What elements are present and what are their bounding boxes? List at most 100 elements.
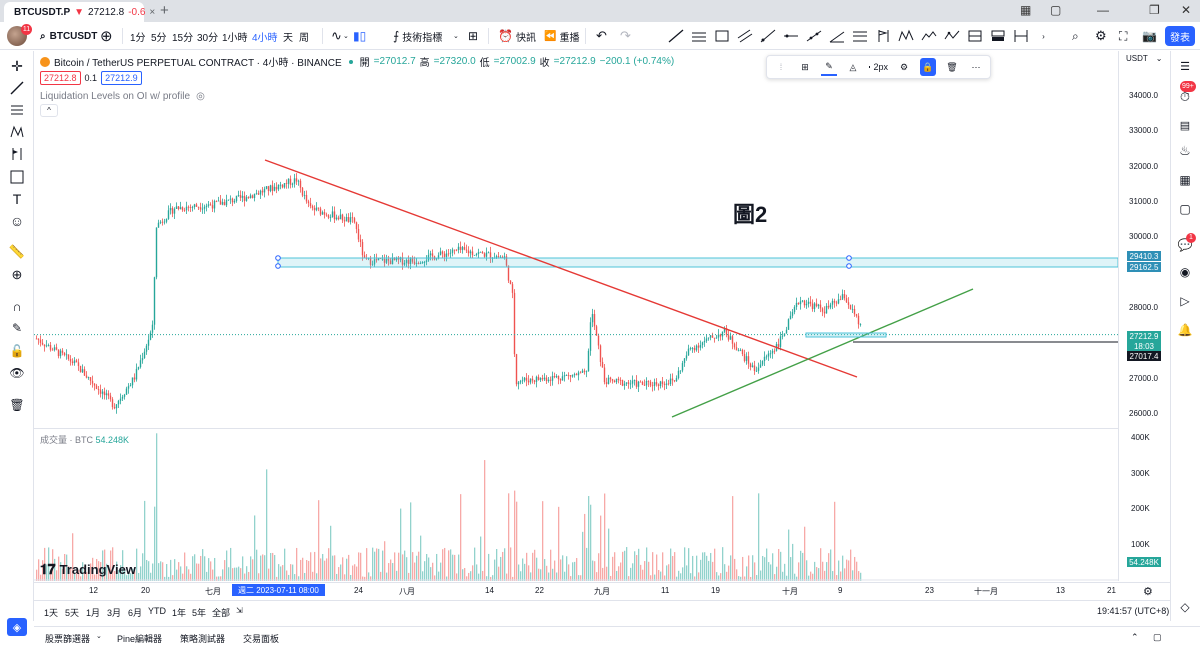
crosshair-icon[interactable]: ✛ [6,57,28,75]
object-tree-icon[interactable]: ◈ [7,618,27,636]
selected-box-rectangle[interactable] [805,332,887,338]
ray-icon[interactable] [756,26,779,46]
forecasting-tool-icon[interactable] [6,145,28,163]
notification-bell-icon[interactable]: 🔔 [1175,321,1195,339]
range-1m[interactable]: 1月 [86,606,100,619]
calendar-icon[interactable]: ▦ [1175,171,1195,189]
drag-handle[interactable] [275,263,281,269]
tab-pine-editor[interactable]: Pine編輯器 [117,632,162,645]
interval-15m[interactable]: 15分 [172,27,193,45]
hotlist-flame-icon[interactable]: ♨ [1175,142,1195,160]
layers-icon[interactable]: ◇ [1175,598,1195,616]
ruler-measure-icon[interactable]: 📏 [6,243,28,261]
undo-icon[interactable]: ↶ [596,27,607,45]
hide-drawings-eye-icon[interactable]: 👁 [6,364,28,382]
browser-tab[interactable]: BTCUSDT.P ▼ 27212.8 -0.6 × [4,2,155,22]
alert-button[interactable]: ⏰ 快訊 [498,27,536,45]
magnet-icon[interactable]: ∩ [6,297,28,315]
fib-retracement-icon[interactable] [848,26,871,46]
tab-close-icon[interactable]: × [149,7,155,18]
streams-icon[interactable]: ◉ [1175,263,1195,281]
drag-handle[interactable] [846,263,852,269]
ideas-notes-icon[interactable]: ▢ [1175,200,1195,218]
interval-1h[interactable]: 1小時 [222,27,248,45]
window-maximize-icon[interactable]: ❐ [1149,3,1160,17]
flag-pole-icon[interactable] [871,26,894,46]
horizontal-ray-icon[interactable] [779,26,802,46]
short-position-icon[interactable] [986,26,1009,46]
panel-collapse-chevron-icon[interactable]: ⌃ [1131,632,1139,643]
zoom-in-icon[interactable]: ⊕ [6,266,28,284]
tab-trading-panel[interactable]: 交易面板 [243,632,279,645]
long-position-icon[interactable] [963,26,986,46]
fib-channel-icon[interactable] [733,26,756,46]
axis-settings-gear-icon[interactable]: ⚙ [1143,585,1153,598]
trend-line-tool-icon[interactable] [6,79,28,97]
range-6m[interactable]: 6月 [128,606,142,619]
tab-strategy-tester[interactable]: 策略測試器 [180,632,225,645]
panel-maximize-icon[interactable]: ▢ [1153,632,1162,643]
extended-line-icon[interactable] [802,26,825,46]
screener-chevron-down-icon[interactable]: ⌄ [96,632,102,640]
chart-canvas[interactable] [34,51,1170,599]
resistance-zone-rectangle[interactable] [277,257,1119,268]
fullscreen-icon[interactable]: ⛶ [1119,27,1127,45]
emoji-tool-icon[interactable]: ☺ [6,212,28,230]
pattern-tool-icon[interactable] [6,123,28,141]
compare-symbol-plus-icon[interactable]: ⊕ [100,27,113,45]
range-all[interactable]: 全部 [212,606,230,619]
redo-icon[interactable]: ↷ [620,27,631,45]
candlestick-icon[interactable]: ▮▯ [353,27,366,45]
drag-handle[interactable] [275,255,281,261]
camera-snapshot-icon[interactable]: 📷 [1142,27,1157,45]
publish-button[interactable]: 發表 [1165,26,1195,46]
cycle-lines-icon[interactable] [940,26,963,46]
fib-fan-icon[interactable] [825,26,848,46]
chart-annotation-text[interactable]: 圖2 [733,197,767,229]
tab-stock-screener[interactable]: 股票篩選器 [45,632,90,645]
goto-date-icon[interactable]: ⇲ [236,606,243,615]
watchlist-icon[interactable]: ☰ [1175,57,1195,75]
elliott-wave-icon[interactable] [917,26,940,46]
window-app-icon[interactable]: ▦ [1020,3,1031,17]
drawing-more-chevron-icon[interactable]: › [1032,26,1055,46]
rectangle-icon[interactable] [710,26,733,46]
volume-legend[interactable]: 成交量 · BTC 54.248K [40,433,129,446]
range-3m[interactable]: 3月 [107,606,121,619]
descending-trend-line[interactable] [264,159,858,378]
interval-1d[interactable]: 天 [283,27,293,45]
shapes-tool-icon[interactable] [6,168,28,186]
interval-5m[interactable]: 5分 [151,27,167,45]
chart-type-chevron-down-icon[interactable]: ⌄ [343,27,349,45]
range-ytd[interactable]: YTD [148,606,166,616]
interval-4h[interactable]: 4小時 [252,27,278,45]
date-range-icon[interactable] [1009,26,1032,46]
pane-divider[interactable] [34,428,1118,429]
replay-button[interactable]: ⏪ 重播 [544,27,579,45]
clock-timezone[interactable]: 19:41:57 (UTC+8) [1097,606,1169,616]
chart-type-line-icon[interactable]: ∿ [331,27,342,45]
templates-grid-icon[interactable]: ⊞ [468,27,478,45]
settings-gear-icon[interactable]: ⚙ [1095,27,1107,45]
indicators-button[interactable]: ⨍ 技術指標 [393,27,442,45]
zoom-search-icon[interactable]: ⌕ [1072,27,1079,45]
drag-handle[interactable] [846,255,852,261]
data-window-icon[interactable]: ▤ [1175,116,1195,134]
drawings-layer[interactable] [34,159,1119,581]
lock-drawings-icon[interactable]: 🔓 [6,342,28,360]
pitchfork-tool-icon[interactable] [6,101,28,119]
delete-trash-icon[interactable]: 🗑 [6,396,28,414]
window-profile-icon[interactable]: ▢ [1050,3,1061,17]
parallel-channel-icon[interactable] [687,26,710,46]
currency-selector[interactable]: USDT ⌄ [1126,54,1162,63]
indicators-chevron-down-icon[interactable]: ⌄ [453,27,459,45]
tradingview-logo[interactable]: 𝟏𝟕 TradingView [40,561,136,578]
window-close-icon[interactable]: ✕ [1181,3,1191,17]
range-5d[interactable]: 5天 [65,606,79,619]
range-5y[interactable]: 5年 [192,606,206,619]
new-tab-plus-icon[interactable]: + [160,2,169,19]
text-tool-icon[interactable]: T [6,190,28,208]
stay-in-drawing-mode-icon[interactable]: ✎ [6,319,28,337]
symbol-search-button[interactable]: ⌕ BTCUSDT [36,27,101,45]
interval-1m[interactable]: 1分 [130,27,146,45]
